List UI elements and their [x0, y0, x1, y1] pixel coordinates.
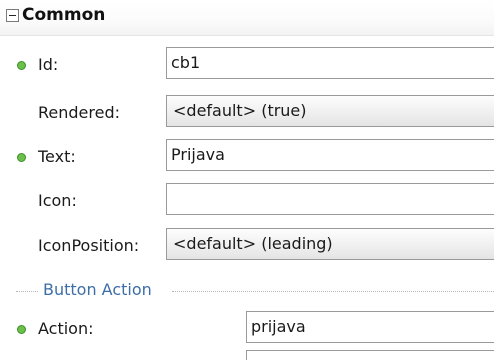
icon-position-select[interactable]: <default> (leading): [166, 228, 494, 260]
required-indicator-icon: [17, 153, 26, 162]
next-field-edge: [246, 350, 494, 360]
icon-input[interactable]: [166, 183, 494, 215]
common-section-header[interactable]: Common: [0, 0, 494, 36]
action-input[interactable]: prijava: [246, 311, 494, 343]
button-action-group-title: Button Action: [41, 280, 154, 299]
id-label: Id:: [38, 55, 59, 74]
collapse-minus-icon[interactable]: [6, 9, 19, 22]
group-divider-left: [16, 291, 38, 292]
property-row-icon: Icon:: [0, 183, 494, 223]
id-input[interactable]: cb1: [166, 47, 494, 79]
text-input[interactable]: Prijava: [166, 139, 494, 171]
property-row-id: Id: cb1: [0, 47, 494, 87]
icon-position-label: IconPosition:: [38, 236, 140, 255]
required-indicator-icon: [17, 325, 26, 334]
action-label: Action:: [38, 319, 94, 338]
group-divider-right: [172, 291, 494, 292]
property-row-icon-position: IconPosition: <default> (leading): [0, 228, 494, 268]
icon-label: Icon:: [38, 191, 77, 210]
section-title: Common: [22, 5, 106, 25]
rendered-label: Rendered:: [38, 103, 120, 122]
property-row-text: Text: Prijava: [0, 139, 494, 179]
required-indicator-icon: [17, 61, 26, 70]
rendered-select[interactable]: <default> (true): [166, 95, 494, 127]
text-label: Text:: [38, 147, 76, 166]
property-row-rendered: Rendered: <default> (true): [0, 95, 494, 135]
property-row-action: Action: prijava: [0, 311, 494, 351]
